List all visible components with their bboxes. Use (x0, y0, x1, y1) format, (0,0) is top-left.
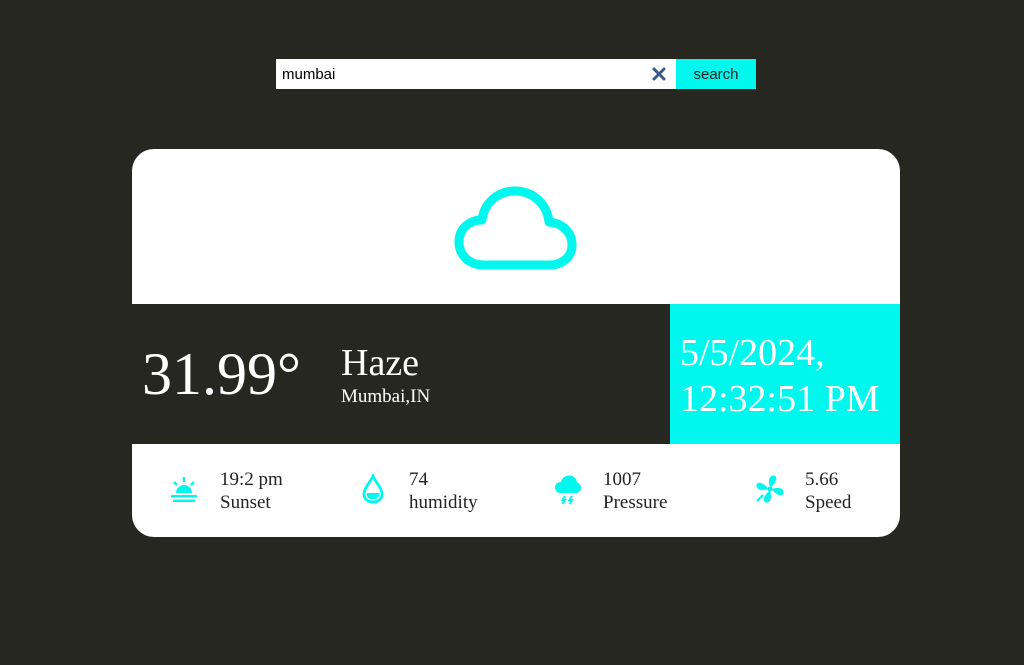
datetime-panel: 5/5/2024, 12:32:51 PM (670, 304, 900, 444)
temperature: 31.99° (142, 341, 301, 407)
stat-pressure: 1007 Pressure (554, 444, 724, 537)
weather-icon-area (132, 149, 900, 304)
weather-condition: Haze (341, 342, 420, 384)
rain-cloud-icon (555, 475, 581, 505)
location: Mumbai,IN (341, 386, 431, 407)
stats-row: 19:2 pm Sunset 74 humidity 1007 Pressure (132, 444, 900, 537)
stat-humidity: 74 humidity (362, 444, 532, 537)
sunset-icon (171, 477, 197, 502)
wind-fan-icon (756, 475, 784, 503)
search-input-wrapper (276, 59, 676, 89)
search-button[interactable]: search (676, 59, 756, 89)
stat-label: Sunset (220, 492, 271, 513)
stat-value: 1007 (603, 469, 641, 490)
weather-summary-band: 31.99° Haze Mumbai,IN 5/5/2024, 12:32:51… (132, 304, 900, 444)
time: 12:32:51 PM (680, 378, 880, 420)
stat-sunset: 19:2 pm Sunset (170, 444, 340, 537)
stat-label: humidity (409, 492, 478, 513)
stat-label: Speed (805, 492, 852, 513)
date: 5/5/2024, (680, 332, 825, 374)
humidity-drop-icon (362, 474, 384, 504)
stat-speed: 5.66 Speed (755, 444, 895, 537)
search-bar: search (276, 59, 756, 89)
stat-value: 74 (409, 469, 428, 490)
stat-label: Pressure (603, 492, 668, 513)
weather-card: 31.99° Haze Mumbai,IN 5/5/2024, 12:32:51… (132, 149, 900, 537)
search-input[interactable] (276, 59, 676, 89)
clear-search-icon[interactable] (652, 67, 666, 81)
stat-value: 5.66 (805, 469, 839, 490)
cloud-icon (454, 185, 578, 276)
stat-value: 19:2 pm (220, 469, 283, 490)
